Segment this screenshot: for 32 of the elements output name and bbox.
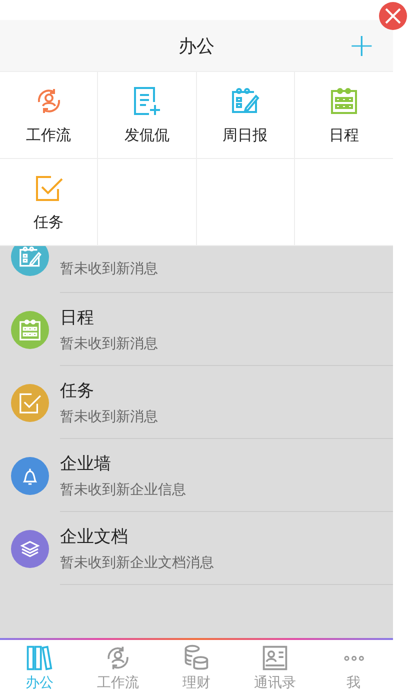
message-subtitle: 暂未收到新企业文档消息	[60, 554, 215, 572]
tab[interactable]: 理财	[157, 640, 236, 696]
contact-card-icon	[261, 644, 290, 672]
tab[interactable]: 工作流	[78, 640, 158, 696]
close-icon	[384, 7, 402, 25]
coins-icon	[182, 644, 210, 672]
app-button[interactable]: 发侃侃	[124, 86, 170, 144]
books-icon	[25, 644, 54, 672]
more-icon	[344, 654, 364, 662]
calendar-pen-icon	[230, 86, 260, 116]
close-button[interactable]	[379, 2, 407, 30]
tab[interactable]: 通讯录	[236, 640, 314, 696]
app-button[interactable]: 工作流	[26, 86, 72, 144]
page-title: 办公	[178, 34, 214, 58]
app-button[interactable]: 日程	[328, 86, 359, 144]
message-title: 企业文档	[60, 526, 129, 548]
tab[interactable]: 办公	[0, 640, 79, 696]
calendar-icon	[328, 86, 359, 116]
app-button[interactable]: 任务	[34, 172, 64, 232]
message-subtitle: 暂未收到新消息	[60, 260, 159, 278]
message-subtitle: 暂未收到新消息	[60, 408, 159, 426]
message-subtitle: 暂未收到新企业信息	[60, 480, 187, 498]
document-plus-icon	[132, 86, 162, 116]
add-button[interactable]: +	[344, 28, 379, 62]
checkbox-icon	[18, 390, 42, 414]
message-title: 企业墙	[60, 452, 112, 474]
message-title: 日程	[60, 306, 95, 328]
message-title: 任务	[60, 380, 95, 402]
tab[interactable]: 我	[314, 640, 393, 696]
calendar-icon	[18, 318, 42, 342]
app-button[interactable]: 周日报	[222, 86, 268, 144]
message-subtitle: 暂未收到新消息	[60, 334, 159, 352]
